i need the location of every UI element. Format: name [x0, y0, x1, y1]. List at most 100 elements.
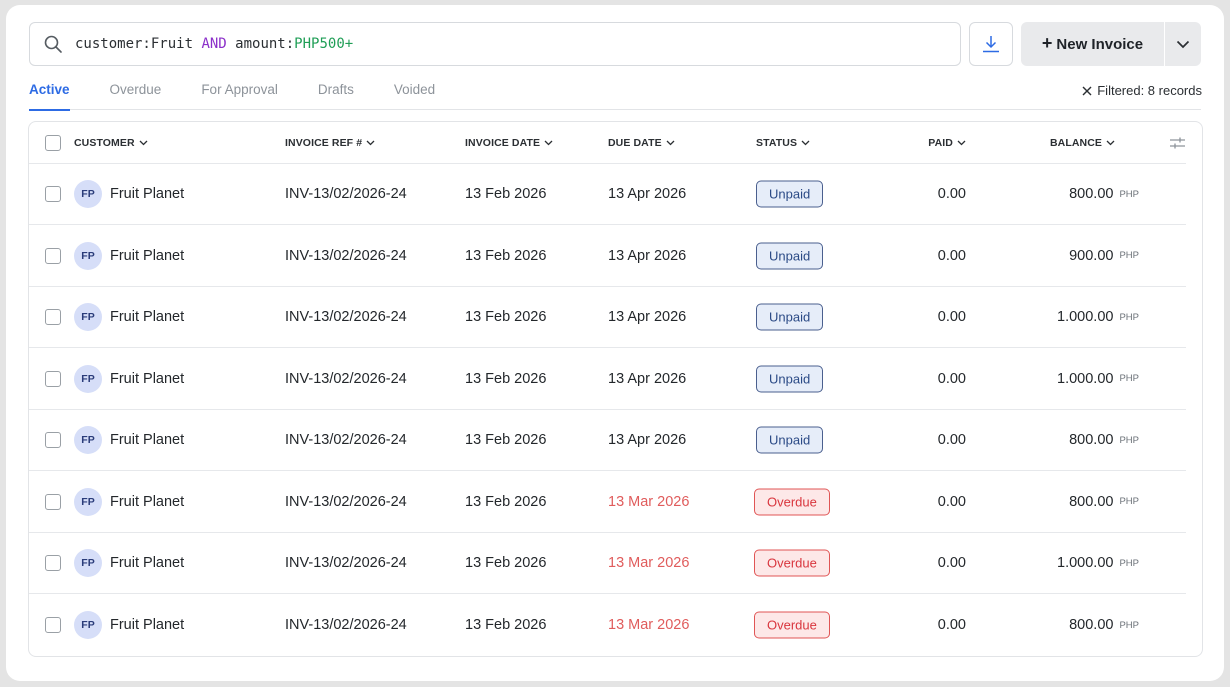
column-header-invoice-date[interactable]: INVOICE DATE	[465, 137, 553, 149]
table-row[interactable]: FP Fruit Planet INV-13/02/2026-24 13 Feb 20…	[29, 349, 1186, 410]
customer-name[interactable]: Fruit Planet	[110, 186, 184, 202]
invoice-date: 13 Feb 2026	[465, 617, 547, 633]
query-token-value: PHP500+	[294, 36, 354, 52]
status-badge: Unpaid	[756, 365, 824, 392]
balance-cell: 800.00 PHP	[1069, 617, 1139, 633]
column-settings[interactable]	[1169, 136, 1186, 150]
customer-name[interactable]: Fruit Planet	[110, 617, 184, 633]
table-row[interactable]: FP Fruit Planet INV-13/02/2026-24 13 Feb 20…	[29, 226, 1186, 287]
column-header-status[interactable]: STATUS	[756, 137, 810, 149]
customer-name[interactable]: Fruit Planet	[110, 248, 184, 264]
sort-caret-icon	[801, 140, 810, 145]
invoice-date: 13 Feb 2026	[465, 186, 547, 202]
invoice-date: 13 Feb 2026	[465, 247, 547, 264]
search-bar[interactable]: customer:Fruit AND amount:PHP500+	[29, 22, 961, 66]
avatar: FP	[74, 487, 102, 516]
customer-name[interactable]: Fruit Planet	[110, 494, 184, 510]
tab-drafts[interactable]: Drafts	[318, 77, 354, 110]
currency-code: PHP	[1119, 619, 1139, 631]
column-header-balance[interactable]: BALANCE	[1050, 137, 1115, 149]
row-checkbox[interactable]	[45, 309, 61, 325]
invoice-ref[interactable]: INV-13/02/2026-24	[285, 309, 407, 325]
customer-name[interactable]: Fruit Planet	[110, 309, 184, 325]
invoice-ref[interactable]: INV-13/02/2026-24	[285, 432, 407, 448]
currency-code: PHP	[1119, 311, 1139, 323]
balance-amount: 900.00	[1069, 247, 1114, 264]
customer-name[interactable]: Fruit Planet	[110, 432, 184, 448]
table-row[interactable]: FP Fruit Planet INV-13/02/2026-24 13 Feb 20…	[29, 533, 1186, 594]
customer-cell: FP Fruit Planet	[74, 487, 184, 516]
download-button[interactable]	[969, 22, 1013, 66]
tab-voided[interactable]: Voided	[394, 77, 435, 110]
close-icon[interactable]	[1082, 86, 1092, 96]
due-date: 13 Mar 2026	[608, 617, 690, 633]
balance-cell: 1.000.00 PHP	[1057, 555, 1139, 571]
table-row[interactable]: FP Fruit Planet INV-13/02/2026-24 13 Feb 20…	[29, 472, 1186, 533]
invoice-ref[interactable]: INV-13/02/2026-24	[285, 617, 407, 633]
currency-code: PHP	[1119, 373, 1139, 384]
invoice-date: 13 Feb 2026	[465, 493, 547, 510]
column-header-customer[interactable]: CUSTOMER	[74, 137, 148, 149]
sliders-icon[interactable]	[1169, 136, 1186, 150]
row-checkbox[interactable]	[45, 432, 61, 448]
row-checkbox[interactable]	[45, 186, 61, 202]
paid-amount: 0.00	[937, 186, 966, 202]
row-checkbox-cell	[45, 555, 61, 571]
currency-code: PHP	[1119, 434, 1139, 446]
invoice-ref[interactable]: INV-13/02/2026-24	[285, 248, 407, 264]
customer-name[interactable]: Fruit Planet	[110, 371, 184, 387]
table-row[interactable]: FP Fruit Planet INV-13/02/2026-24 13 Feb 20…	[29, 595, 1186, 656]
new-invoice-button[interactable]: + New Invoice	[1021, 22, 1164, 66]
column-header-label: CUSTOMER	[74, 136, 135, 149]
table-row[interactable]: FP Fruit Planet INV-13/02/2026-24 13 Feb 20…	[29, 164, 1186, 225]
tab-bar: Active Overdue For Approval Drafts Voided	[29, 77, 1201, 111]
column-header-ref[interactable]: INVOICE REF #	[285, 137, 375, 149]
invoice-date: 13 Feb 2026	[465, 370, 547, 387]
customer-name[interactable]: Fruit Planet	[110, 555, 184, 571]
tab-overdue[interactable]: Overdue	[110, 77, 162, 110]
row-checkbox-cell	[45, 432, 61, 448]
invoice-ref[interactable]: INV-13/02/2026-24	[285, 371, 407, 387]
column-header-due-date[interactable]: DUE DATE	[608, 137, 675, 149]
avatar: FP	[74, 241, 102, 270]
paid-amount: 0.00	[937, 432, 966, 448]
new-invoice-dropdown-button[interactable]	[1165, 22, 1201, 66]
row-checkbox[interactable]	[45, 617, 61, 633]
invoice-ref[interactable]: INV-13/02/2026-24	[285, 555, 407, 571]
column-header-paid[interactable]: PAID	[928, 137, 966, 149]
status-cell: Unpaid	[756, 180, 824, 208]
row-checkbox[interactable]	[45, 555, 61, 571]
table-row[interactable]: FP Fruit Planet INV-13/02/2026-24 13 Feb 20…	[29, 410, 1186, 471]
currency-code: PHP	[1119, 557, 1139, 569]
invoice-ref[interactable]: INV-13/02/2026-24	[285, 494, 407, 510]
balance-cell: 1.000.00 PHP	[1057, 371, 1139, 387]
row-checkbox-cell	[45, 247, 61, 264]
row-checkbox[interactable]	[45, 493, 61, 510]
currency-code: PHP	[1119, 496, 1139, 507]
row-checkbox-cell	[45, 617, 61, 633]
app-window: customer:Fruit AND amount:PHP500+ + New …	[6, 5, 1224, 681]
sort-caret-icon	[666, 140, 675, 145]
tab-for-approval[interactable]: For Approval	[201, 77, 278, 110]
currency-code: PHP	[1119, 250, 1139, 261]
invoice-ref[interactable]: INV-13/02/2026-24	[285, 186, 407, 202]
row-checkbox[interactable]	[45, 247, 61, 264]
query-token-plain: amount:	[226, 36, 295, 52]
query-token-keyword: AND	[201, 36, 227, 52]
tab-active[interactable]: Active	[29, 77, 70, 111]
table-row[interactable]: FP Fruit Planet INV-13/02/2026-24 13 Feb 20…	[29, 287, 1186, 348]
new-invoice-label: New Invoice	[1056, 35, 1144, 53]
column-header-label: PAID	[928, 136, 953, 149]
balance-cell: 800.00 PHP	[1069, 432, 1139, 448]
query-token-plain: customer:Fruit	[75, 36, 202, 52]
paid-amount: 0.00	[937, 309, 966, 325]
balance-amount: 800.00	[1069, 432, 1114, 448]
select-all-checkbox[interactable]	[45, 134, 61, 151]
status-badge: Overdue	[754, 549, 830, 577]
status-cell: Overdue	[754, 488, 830, 515]
row-checkbox[interactable]	[45, 370, 61, 387]
avatar: FP	[74, 611, 102, 639]
chevron-down-icon	[1176, 40, 1190, 48]
paid-amount: 0.00	[937, 555, 966, 571]
search-query[interactable]: customer:Fruit AND amount:PHP500+	[75, 36, 353, 52]
